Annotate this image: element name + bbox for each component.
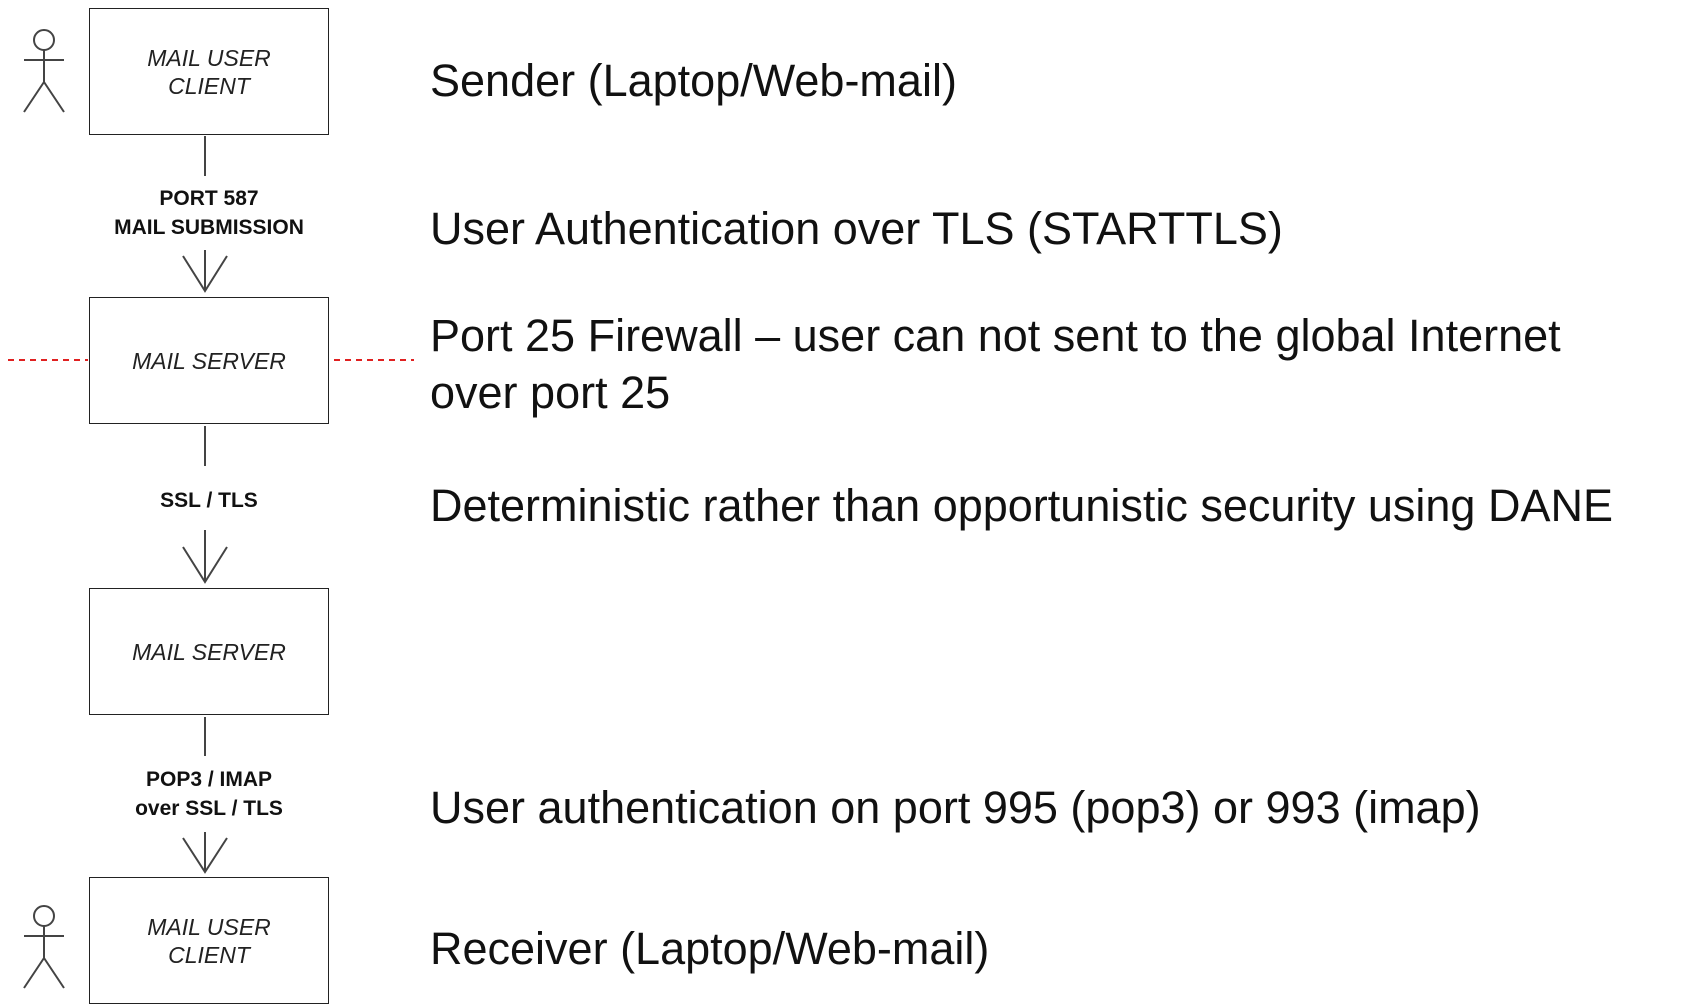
note-firewall-line2: over port 25 bbox=[430, 367, 671, 418]
sender-actor-icon bbox=[23, 29, 65, 113]
edge-label-submission: PORT 587 MAIL SUBMISSION bbox=[114, 187, 304, 239]
receiver-mail-client-box: MAIL USER CLIENT bbox=[89, 877, 329, 1004]
receiver-mail-server-label: MAIL SERVER bbox=[132, 638, 286, 665]
note-retrieval: User authentication on port 995 (pop3) o… bbox=[430, 782, 1481, 833]
mail-flow-diagram: MAIL USER CLIENT MAIL SERVER MAIL SERVER… bbox=[0, 0, 1695, 1004]
note-dane: Deterministic rather than opportunistic … bbox=[430, 480, 1613, 531]
sender-mail-client-box: MAIL USER CLIENT bbox=[89, 8, 329, 135]
note-firewall-line1: Port 25 Firewall – user can not sent to … bbox=[430, 310, 1561, 361]
sender-mail-server-box: MAIL SERVER bbox=[89, 297, 329, 424]
receiver-actor-icon bbox=[23, 905, 65, 989]
sender-mail-client-label: MAIL USER CLIENT bbox=[147, 44, 271, 99]
sender-mail-server-label: MAIL SERVER bbox=[132, 347, 286, 374]
note-receiver: Receiver (Laptop/Web-mail) bbox=[430, 923, 990, 974]
edge-label-relay: SSL / TLS bbox=[160, 489, 258, 512]
note-submission: User Authentication over TLS (STARTTLS) bbox=[430, 203, 1283, 254]
edge-label-retrieval: POP3 / IMAP over SSL / TLS bbox=[135, 768, 283, 820]
receiver-mail-server-box: MAIL SERVER bbox=[89, 588, 329, 715]
receiver-mail-client-label: MAIL USER CLIENT bbox=[147, 913, 271, 968]
note-sender: Sender (Laptop/Web-mail) bbox=[430, 55, 957, 106]
